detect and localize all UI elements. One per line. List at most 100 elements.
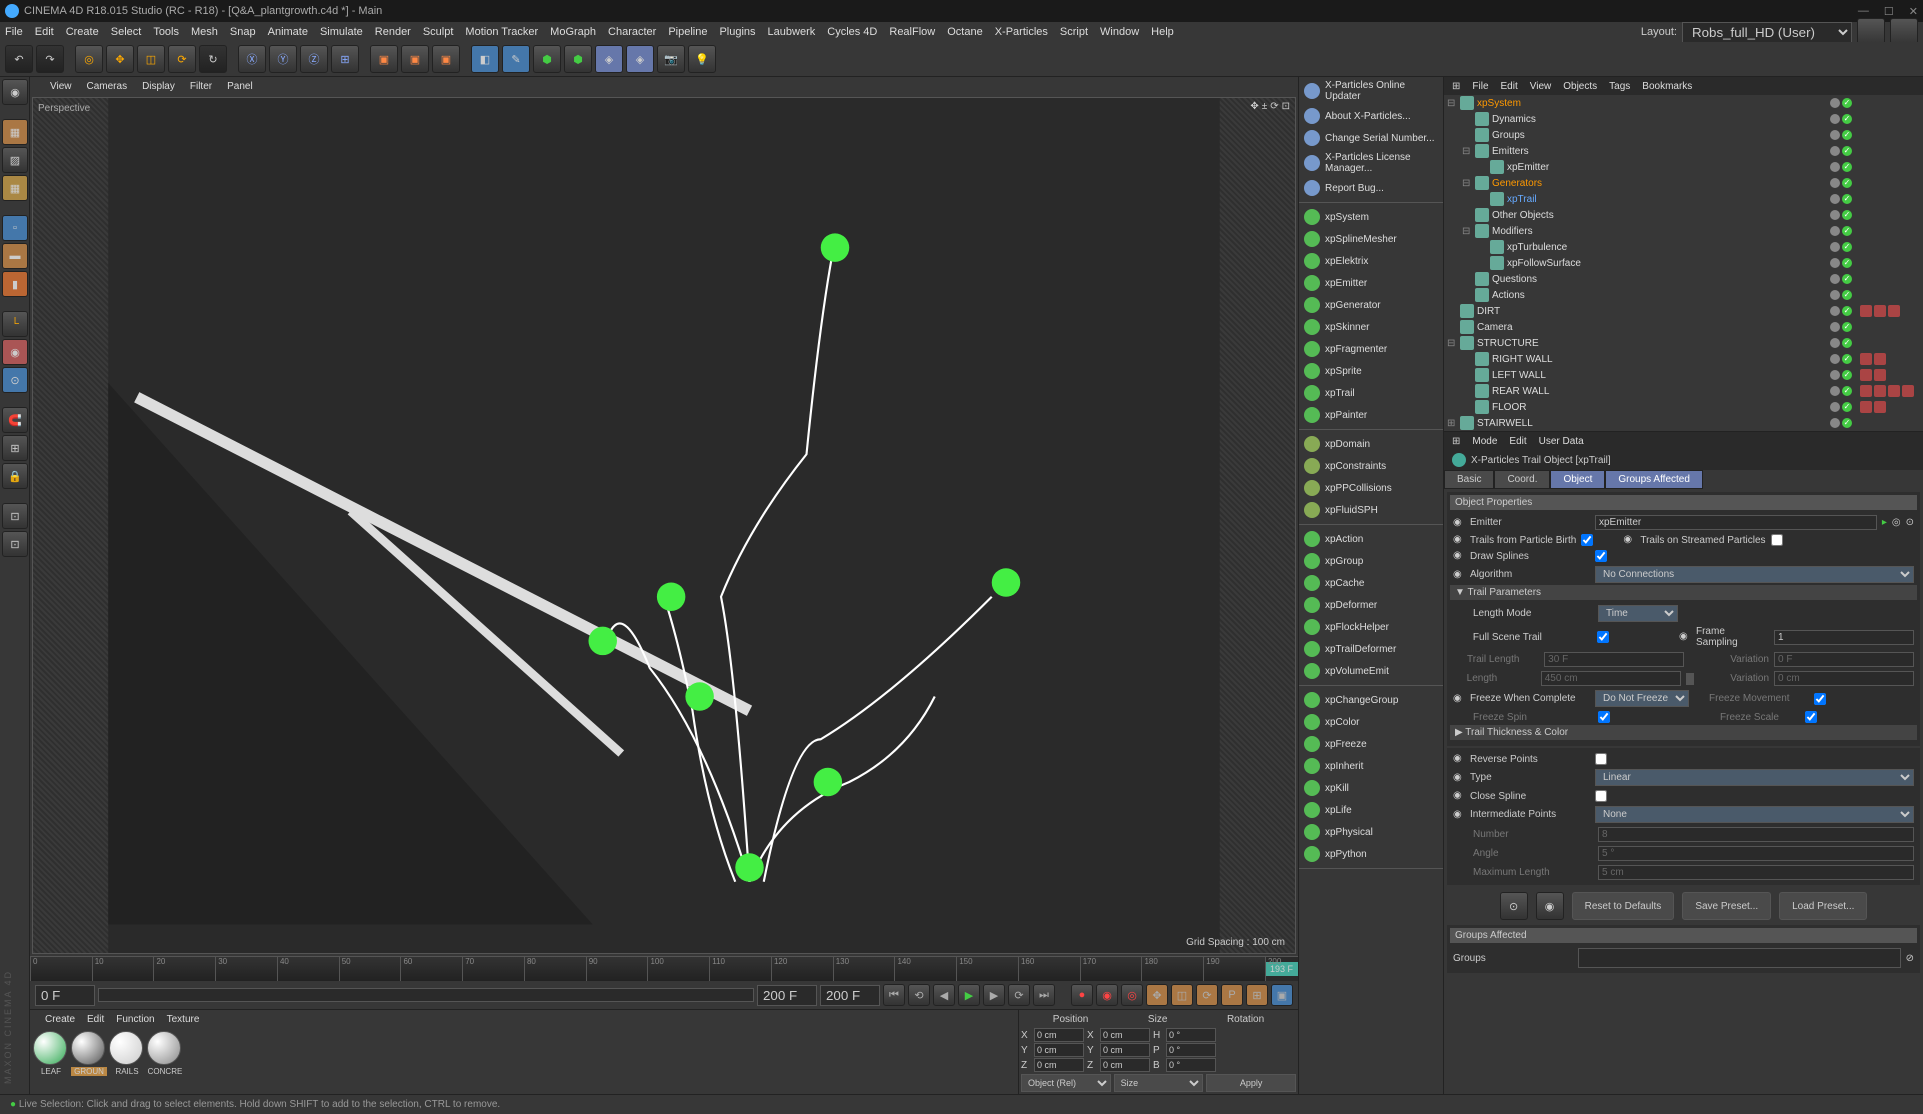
material-concre[interactable]: CONCRE: [147, 1031, 183, 1091]
reset-button[interactable]: Reset to Defaults: [1572, 892, 1675, 920]
tab-coord[interactable]: Coord.: [1494, 470, 1550, 489]
emitter-field[interactable]: [1595, 515, 1877, 530]
attr-menu-edit[interactable]: Edit: [1509, 436, 1526, 447]
vp-menu-view[interactable]: View: [50, 81, 72, 92]
edges-mode[interactable]: ▬: [2, 243, 28, 269]
tree-item-stairwell[interactable]: ⊞STAIRWELL✓: [1444, 415, 1923, 431]
env-tool[interactable]: ◈: [626, 45, 654, 73]
mat-menu-texture[interactable]: Texture: [167, 1014, 200, 1025]
xp-xpgenerator[interactable]: xpGenerator: [1299, 294, 1443, 316]
xp-xpcache[interactable]: xpCache: [1299, 572, 1443, 594]
material-groun[interactable]: GROUN: [71, 1031, 107, 1091]
xp-xptraildeformer[interactable]: xpTrailDeformer: [1299, 638, 1443, 660]
tag-icon[interactable]: [1860, 401, 1872, 413]
obj-menu-edit[interactable]: Edit: [1501, 81, 1518, 92]
tree-item-emitters[interactable]: ⊟Emitters✓: [1444, 143, 1923, 159]
model-mode[interactable]: ▦: [2, 119, 28, 145]
menu-x-particles[interactable]: X-Particles: [995, 26, 1048, 38]
xp-xpdeformer[interactable]: xpDeformer: [1299, 594, 1443, 616]
attr-menu-user-data[interactable]: User Data: [1539, 436, 1584, 447]
save-preset-button[interactable]: Save Preset...: [1682, 892, 1771, 920]
xp-xpvolumeemit[interactable]: xpVolumeEmit: [1299, 660, 1443, 682]
camera-tool[interactable]: 📷: [657, 45, 685, 73]
xp-aboutxparticles[interactable]: About X-Particles...: [1299, 105, 1443, 127]
play-button[interactable]: ▶: [958, 984, 980, 1006]
workplane-tool[interactable]: ⊞: [2, 435, 28, 461]
select-tool[interactable]: ◎: [75, 45, 103, 73]
goto-prev-key[interactable]: ⟲: [908, 984, 930, 1006]
polys-mode[interactable]: ▮: [2, 271, 28, 297]
record-key[interactable]: ●: [1071, 984, 1093, 1006]
tree-item-groups[interactable]: Groups✓: [1444, 127, 1923, 143]
workplane-mode[interactable]: ▦: [2, 175, 28, 201]
tree-item-questions[interactable]: Questions✓: [1444, 271, 1923, 287]
close-button[interactable]: ✕: [1909, 5, 1918, 18]
axis-tool[interactable]: └: [2, 311, 28, 337]
tag-icon[interactable]: [1888, 385, 1900, 397]
tree-item-xpemitter[interactable]: xpEmitter✓: [1444, 159, 1923, 175]
tag-icon[interactable]: [1860, 353, 1872, 365]
minimize-button[interactable]: —: [1858, 5, 1869, 18]
algorithm-select[interactable]: No Connections: [1595, 566, 1914, 583]
xp-xpelektrix[interactable]: xpElektrix: [1299, 250, 1443, 272]
light-tool[interactable]: 💡: [688, 45, 716, 73]
vp-rotate-icon[interactable]: ⟳: [1270, 101, 1278, 112]
menu-character[interactable]: Character: [608, 26, 656, 38]
size-mode-sel[interactable]: Size: [1114, 1074, 1204, 1092]
tree-item-actions[interactable]: Actions✓: [1444, 287, 1923, 303]
render-settings[interactable]: ▣: [432, 45, 460, 73]
tab-object[interactable]: Object: [1550, 470, 1605, 489]
emitter-btn1[interactable]: ▸: [1882, 517, 1887, 528]
coord-sys[interactable]: ⊞: [331, 45, 359, 73]
size-y[interactable]: [1100, 1043, 1150, 1057]
tag-icon[interactable]: [1902, 385, 1914, 397]
trails-stream-check[interactable]: [1771, 534, 1783, 546]
menu-plugins[interactable]: Plugins: [719, 26, 755, 38]
tag-icon[interactable]: [1874, 353, 1886, 365]
xp-xptrail[interactable]: xpTrail: [1299, 382, 1443, 404]
tag-icon[interactable]: [1874, 385, 1886, 397]
param-key[interactable]: P: [1221, 984, 1243, 1006]
tree-item-other-objects[interactable]: Other Objects✓: [1444, 207, 1923, 223]
magnet-tool[interactable]: 🧲: [2, 407, 28, 433]
xp-xpgroup[interactable]: xpGroup: [1299, 550, 1443, 572]
tag-icon[interactable]: [1874, 401, 1886, 413]
viewport-solo[interactable]: ◉: [2, 339, 28, 365]
freeze-select[interactable]: Do Not Freeze: [1595, 690, 1689, 707]
rot-key[interactable]: ⟳: [1196, 984, 1218, 1006]
menu-animate[interactable]: Animate: [268, 26, 308, 38]
vp-menu-panel[interactable]: Panel: [227, 81, 253, 92]
xp-xpaction[interactable]: xpAction: [1299, 528, 1443, 550]
make-editable[interactable]: ◉: [2, 79, 28, 105]
tree-expand-icon[interactable]: ⊟: [1462, 226, 1472, 237]
attr-icon-btn1[interactable]: ⊙: [1500, 892, 1528, 920]
end-frame[interactable]: [757, 985, 817, 1006]
material-leaf[interactable]: LEAF: [33, 1031, 69, 1091]
tree-expand-icon[interactable]: ⊟: [1447, 338, 1457, 349]
pos-z[interactable]: [1034, 1058, 1084, 1072]
keyframe-sel[interactable]: ◎: [1121, 984, 1143, 1006]
xp-xpcolor[interactable]: xpColor: [1299, 711, 1443, 733]
menu-cycles-4d[interactable]: Cycles 4D: [827, 26, 877, 38]
xp-xpfragmenter[interactable]: xpFragmenter: [1299, 338, 1443, 360]
xp-xpinherit[interactable]: xpInherit: [1299, 755, 1443, 777]
record-btn[interactable]: ▣: [1271, 984, 1293, 1006]
tag-icon[interactable]: [1874, 305, 1886, 317]
maximize-button[interactable]: ☐: [1884, 5, 1894, 18]
tree-item-camera[interactable]: Camera✓: [1444, 319, 1923, 335]
xp-xpdomain[interactable]: xpDomain: [1299, 433, 1443, 455]
pen-tool[interactable]: ✎: [502, 45, 530, 73]
size-z[interactable]: [1100, 1058, 1150, 1072]
menu-laubwerk[interactable]: Laubwerk: [768, 26, 816, 38]
object-mode-sel[interactable]: Object (Rel): [1021, 1074, 1111, 1092]
locked-wp[interactable]: ⊡: [2, 503, 28, 529]
xp-xpppcollisions[interactable]: xpPPCollisions: [1299, 477, 1443, 499]
xp-xpphysical[interactable]: xpPhysical: [1299, 821, 1443, 843]
obj-menu-file[interactable]: File: [1472, 81, 1488, 92]
menu-select[interactable]: Select: [111, 26, 142, 38]
emitter-radio[interactable]: ◉: [1453, 517, 1465, 529]
menu-render[interactable]: Render: [375, 26, 411, 38]
menu-octane[interactable]: Octane: [947, 26, 982, 38]
groups-field[interactable]: [1578, 948, 1901, 968]
mat-menu-edit[interactable]: Edit: [87, 1014, 104, 1025]
